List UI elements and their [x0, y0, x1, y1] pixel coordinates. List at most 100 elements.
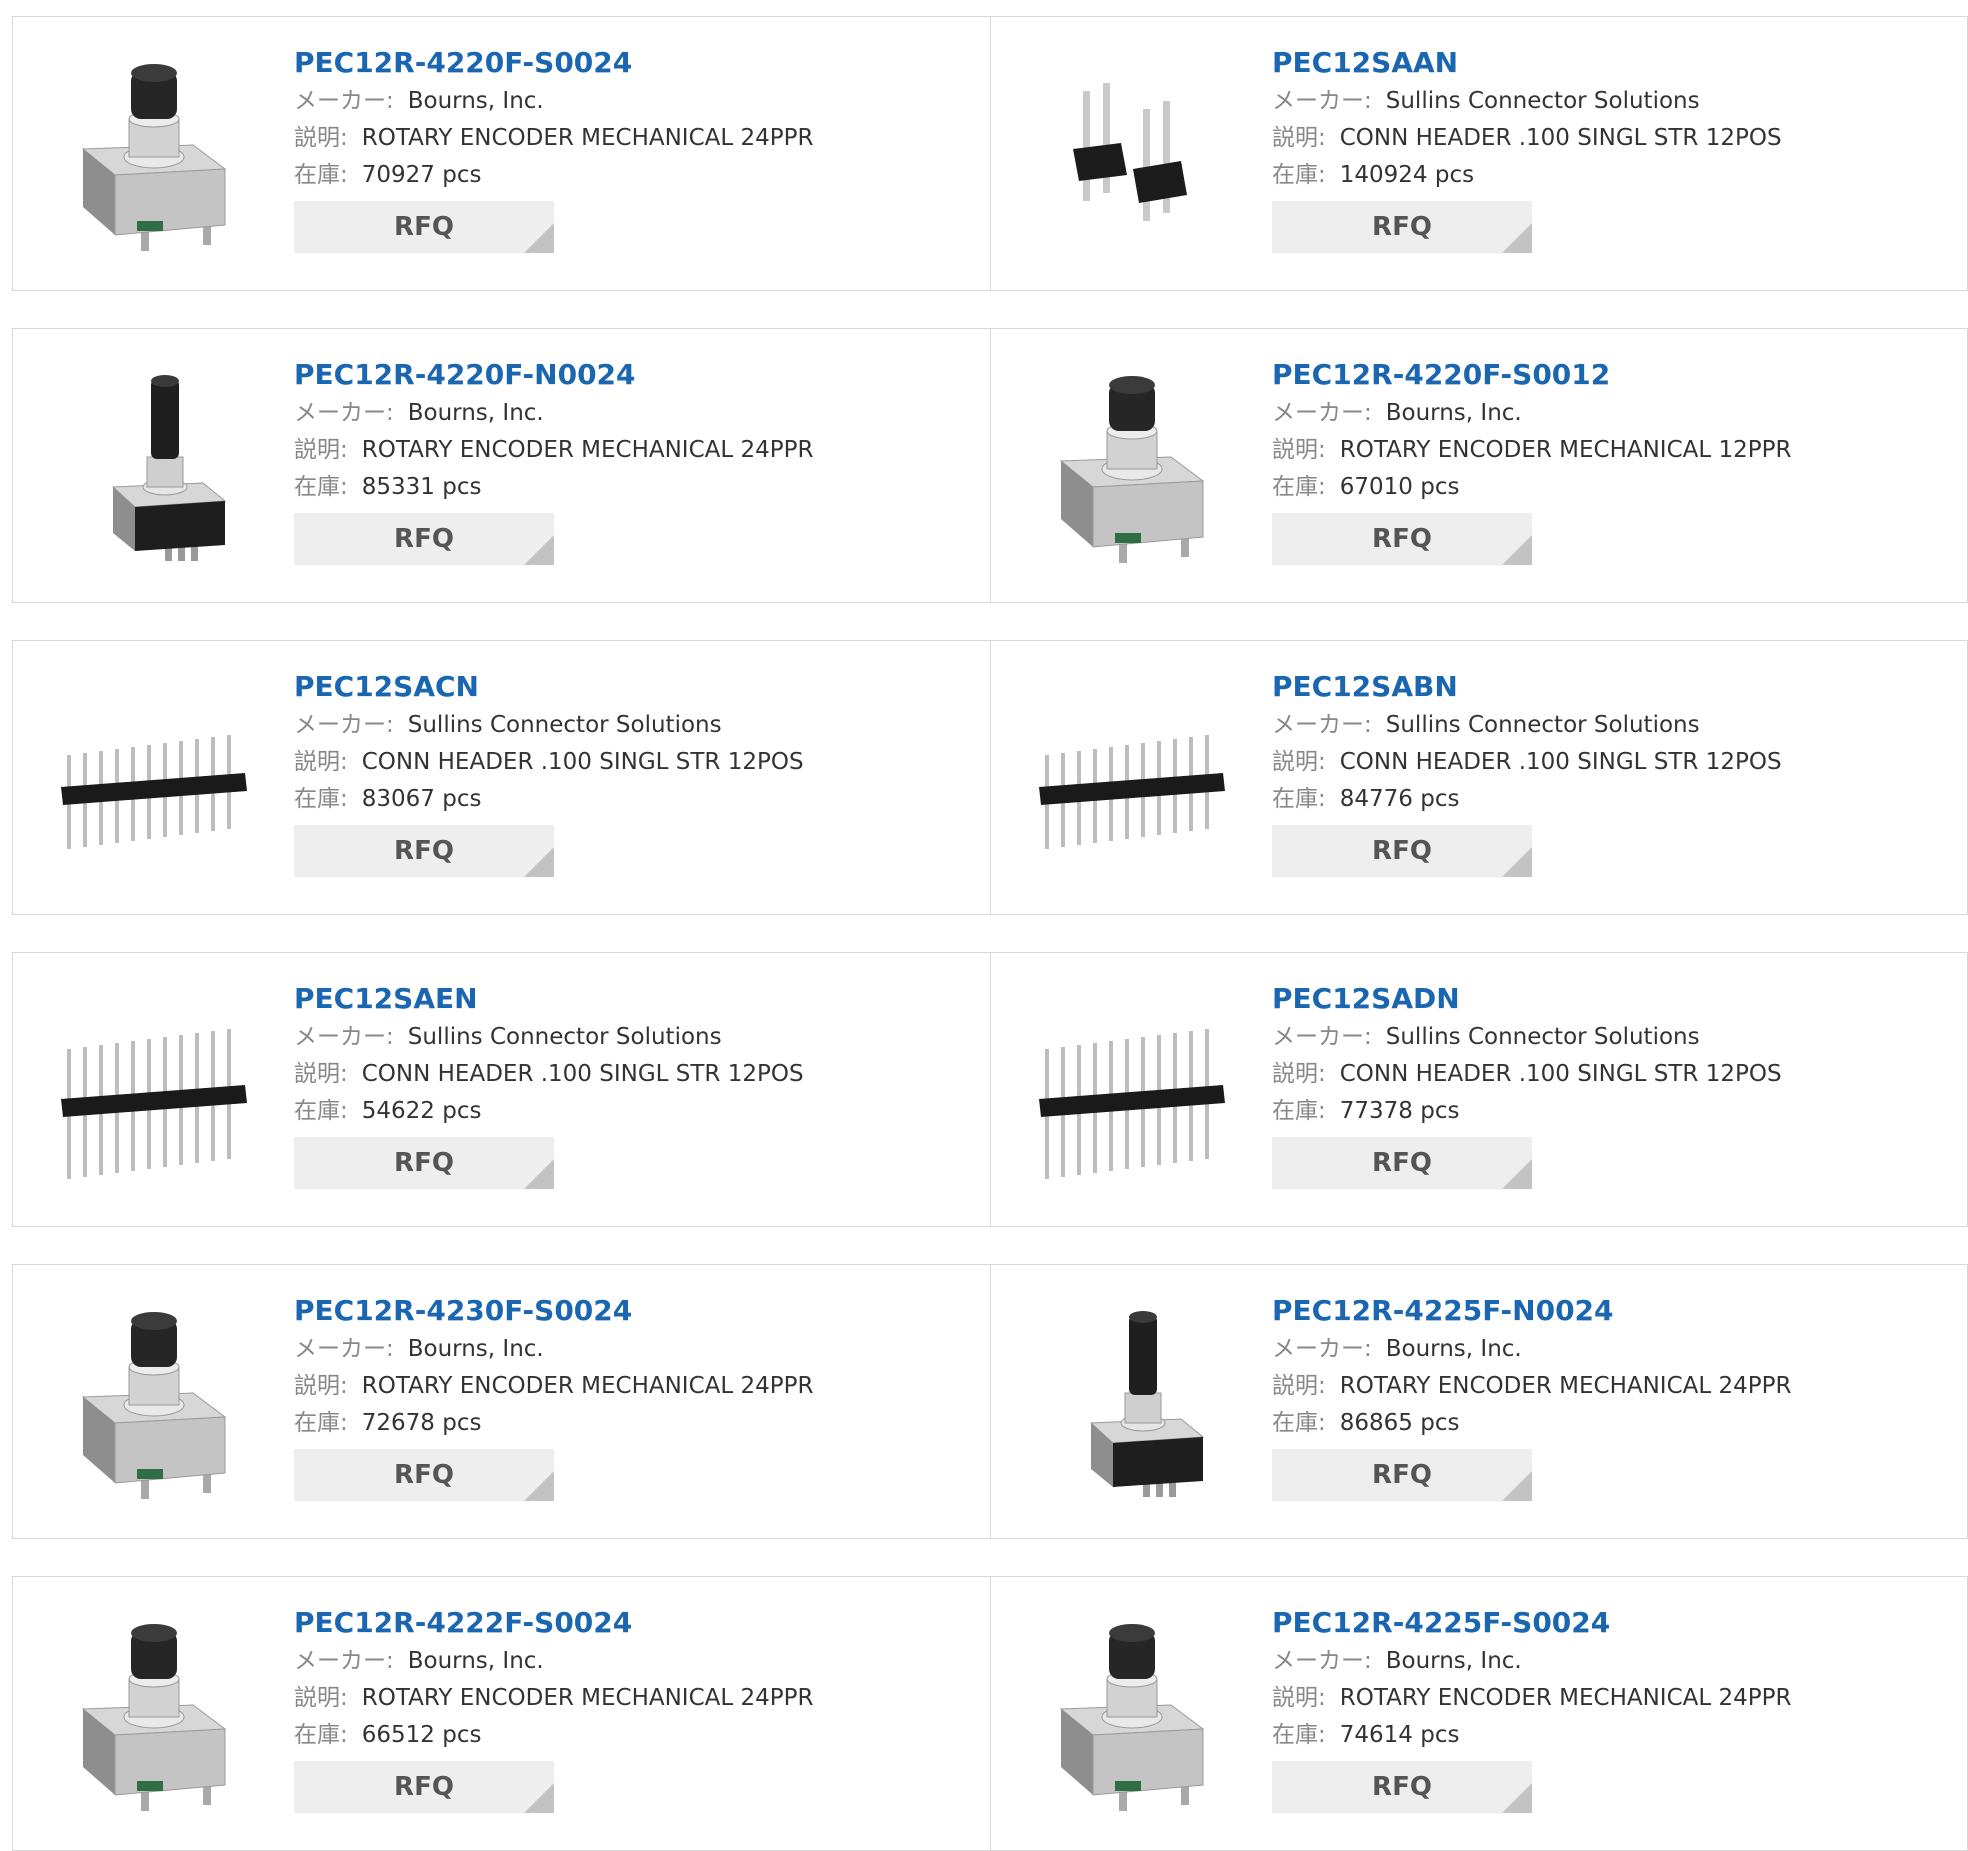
manufacturer-value: Sullins Connector Solutions: [1385, 88, 1700, 114]
rotary-encoder-icon[interactable]: [53, 1617, 253, 1817]
product-part-link[interactable]: PEC12R-4220F-S0024: [294, 43, 970, 83]
pin-header-long-icon[interactable]: [53, 993, 253, 1193]
product-part-link[interactable]: PEC12R-4230F-S0024: [294, 1291, 970, 1331]
product-info: PEC12R-4220F-N0024 メーカー: Bourns, Inc. 説明: RO…: [294, 355, 970, 565]
product-row: PEC12SACN メーカー: Sullins Connector Solution…: [12, 640, 1968, 915]
rfq-label: RFQ: [1372, 1460, 1432, 1490]
rfq-button[interactable]: RFQ: [294, 201, 554, 253]
rfq-label: RFQ: [1372, 1772, 1432, 1802]
rfq-label: RFQ: [394, 1460, 454, 1490]
manufacturer-label: メーカー:: [1272, 1648, 1372, 1674]
description-label: 説明:: [294, 1685, 348, 1711]
stock-label: 在庫:: [1272, 474, 1326, 500]
product-info: PEC12R-4220F-S0024 メーカー: Bourns, Inc. 説明: RO…: [294, 43, 970, 253]
manufacturer-value: Bourns, Inc.: [1385, 1336, 1522, 1362]
product-part-link[interactable]: PEC12R-4220F-N0024: [294, 355, 970, 395]
description-value: ROTARY ENCODER MECHANICAL 24PPR: [1339, 1373, 1792, 1399]
product-part-link[interactable]: PEC12R-4225F-S0024: [1272, 1603, 1947, 1643]
description-line: 説明: CONN HEADER .100 SINGL STR 12POS: [294, 744, 970, 781]
description-line: 説明: ROTARY ENCODER MECHANICAL 24PPR: [294, 120, 970, 157]
rfq-button[interactable]: RFQ: [1272, 201, 1532, 253]
rfq-button[interactable]: RFQ: [294, 1761, 554, 1813]
corner-triangle-icon: [524, 1159, 554, 1189]
rfq-button[interactable]: RFQ: [1272, 1449, 1532, 1501]
stock-line: 在庫: 85331 pcs: [294, 469, 970, 506]
rfq-button[interactable]: RFQ: [294, 513, 554, 565]
product-part-link[interactable]: PEC12R-4225F-N0024: [1272, 1291, 1947, 1331]
product-card: PEC12R-4220F-S0024 メーカー: Bourns, Inc. 説明: RO…: [13, 17, 990, 290]
stock-label: 在庫:: [294, 474, 348, 500]
product-card: PEC12SADN メーカー: Sullins Connector Solution…: [990, 953, 1967, 1226]
product-info: PEC12SAAN メーカー: Sullins Connector Solution…: [1272, 43, 1947, 253]
stock-value: 85331 pcs: [361, 474, 482, 500]
stock-label: 在庫:: [294, 1410, 348, 1436]
description-line: 説明: ROTARY ENCODER MECHANICAL 24PPR: [294, 1368, 970, 1405]
description-label: 説明:: [1272, 1685, 1326, 1711]
product-card: PEC12R-4225F-N0024 メーカー: Bourns, Inc. 説明: RO…: [990, 1265, 1967, 1538]
stock-line: 在庫: 77378 pcs: [1272, 1093, 1947, 1130]
rfq-button[interactable]: RFQ: [1272, 825, 1532, 877]
corner-triangle-icon: [1502, 1159, 1532, 1189]
manufacturer-label: メーカー:: [294, 400, 394, 426]
product-part-link[interactable]: PEC12SACN: [294, 667, 970, 707]
rfq-button[interactable]: RFQ: [294, 1137, 554, 1189]
product-part-link[interactable]: PEC12R-4220F-S0012: [1272, 355, 1947, 395]
rfq-button[interactable]: RFQ: [294, 825, 554, 877]
manufacturer-line: メーカー: Sullins Connector Solutions: [294, 1019, 970, 1056]
pin-header-short-icon[interactable]: [1031, 57, 1231, 257]
product-part-link[interactable]: PEC12SAEN: [294, 979, 970, 1019]
rfq-button[interactable]: RFQ: [1272, 1761, 1532, 1813]
rotary-encoder-icon[interactable]: [1031, 369, 1231, 569]
rotary-encoder-icon[interactable]: [1031, 1617, 1231, 1817]
manufacturer-label: メーカー:: [294, 88, 394, 114]
stock-line: 在庫: 84776 pcs: [1272, 781, 1947, 818]
description-value: CONN HEADER .100 SINGL STR 12POS: [361, 1061, 804, 1087]
pin-header-icon[interactable]: [1031, 681, 1231, 881]
description-line: 説明: CONN HEADER .100 SINGL STR 12POS: [1272, 1056, 1947, 1093]
stock-value: 140924 pcs: [1339, 162, 1475, 188]
product-part-link[interactable]: PEC12SADN: [1272, 979, 1947, 1019]
description-value: CONN HEADER .100 SINGL STR 12POS: [361, 749, 804, 775]
description-line: 説明: ROTARY ENCODER MECHANICAL 24PPR: [294, 432, 970, 469]
stock-value: 83067 pcs: [361, 786, 482, 812]
stock-line: 在庫: 86865 pcs: [1272, 1405, 1947, 1442]
pin-header-icon[interactable]: [53, 681, 253, 881]
pin-header-long-icon[interactable]: [1031, 993, 1231, 1193]
manufacturer-line: メーカー: Bourns, Inc.: [294, 1643, 970, 1680]
corner-triangle-icon: [1502, 1783, 1532, 1813]
manufacturer-value: Bourns, Inc.: [407, 400, 544, 426]
product-card: PEC12SAEN メーカー: Sullins Connector Solution…: [13, 953, 990, 1226]
rotary-encoder-tall-icon[interactable]: [53, 369, 253, 569]
rfq-button[interactable]: RFQ: [1272, 1137, 1532, 1189]
rotary-encoder-icon[interactable]: [53, 1305, 253, 1505]
product-card: PEC12R-4225F-S0024 メーカー: Bourns, Inc. 説明: RO…: [990, 1577, 1967, 1850]
manufacturer-value: Bourns, Inc.: [407, 88, 544, 114]
description-label: 説明:: [1272, 1373, 1326, 1399]
description-value: CONN HEADER .100 SINGL STR 12POS: [1339, 749, 1782, 775]
rfq-label: RFQ: [1372, 836, 1432, 866]
stock-line: 在庫: 83067 pcs: [294, 781, 970, 818]
description-value: CONN HEADER .100 SINGL STR 12POS: [1339, 1061, 1782, 1087]
product-part-link[interactable]: PEC12R-4222F-S0024: [294, 1603, 970, 1643]
rfq-button[interactable]: RFQ: [1272, 513, 1532, 565]
manufacturer-label: メーカー:: [1272, 712, 1372, 738]
manufacturer-line: メーカー: Bourns, Inc.: [294, 83, 970, 120]
product-part-link[interactable]: PEC12SAAN: [1272, 43, 1947, 83]
stock-label: 在庫:: [1272, 1098, 1326, 1124]
description-value: ROTARY ENCODER MECHANICAL 12PPR: [1339, 437, 1792, 463]
stock-label: 在庫:: [294, 1098, 348, 1124]
product-grid: PEC12R-4220F-S0024 メーカー: Bourns, Inc. 説明: RO…: [0, 0, 1968, 1851]
rfq-button[interactable]: RFQ: [294, 1449, 554, 1501]
rotary-encoder-tall-icon[interactable]: [1031, 1305, 1231, 1505]
stock-label: 在庫:: [294, 162, 348, 188]
rotary-encoder-icon[interactable]: [53, 57, 253, 257]
description-line: 説明: CONN HEADER .100 SINGL STR 12POS: [1272, 744, 1947, 781]
stock-label: 在庫:: [1272, 786, 1326, 812]
stock-line: 在庫: 74614 pcs: [1272, 1717, 1947, 1754]
manufacturer-label: メーカー:: [294, 1336, 394, 1362]
description-value: ROTARY ENCODER MECHANICAL 24PPR: [361, 1373, 814, 1399]
rfq-label: RFQ: [394, 1148, 454, 1178]
product-part-link[interactable]: PEC12SABN: [1272, 667, 1947, 707]
manufacturer-value: Bourns, Inc.: [407, 1336, 544, 1362]
stock-label: 在庫:: [1272, 1410, 1326, 1436]
